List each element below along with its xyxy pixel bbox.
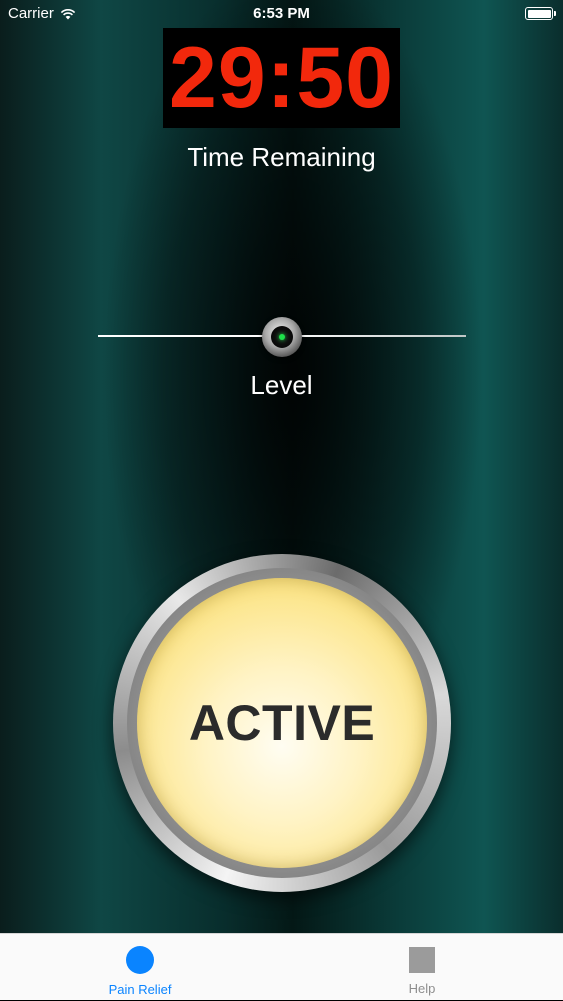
level-label: Level	[250, 370, 313, 400]
pain-relief-screen: Carrier 6:53 PM 29:50 Time Remaining Lev…	[0, 0, 563, 933]
green-led-icon	[279, 334, 285, 340]
circle-icon	[126, 946, 154, 974]
slider-thumb[interactable]	[262, 317, 302, 357]
tab-bar: Pain Relief Help	[0, 933, 563, 1000]
active-button[interactable]: ACTIVE	[113, 554, 451, 892]
tab-pain-relief-label: Pain Relief	[108, 982, 172, 997]
timer-display: 29:50	[163, 28, 400, 128]
button-chrome-ring: ACTIVE	[127, 568, 437, 878]
status-time: 6:53 PM	[253, 5, 310, 22]
status-bar: Carrier 6:53 PM	[0, 0, 563, 28]
tab-help-label: Help	[408, 981, 436, 996]
square-icon	[409, 947, 435, 973]
battery-icon	[525, 7, 556, 20]
time-remaining-value: 29:50	[169, 30, 394, 126]
tab-help[interactable]: Help	[352, 934, 492, 1001]
level-slider[interactable]	[98, 315, 466, 359]
time-remaining-label: Time Remaining	[187, 142, 376, 172]
tab-pain-relief[interactable]: Pain Relief	[70, 934, 210, 1001]
active-button-label: ACTIVE	[188, 695, 376, 751]
button-face[interactable]: ACTIVE	[137, 578, 427, 868]
